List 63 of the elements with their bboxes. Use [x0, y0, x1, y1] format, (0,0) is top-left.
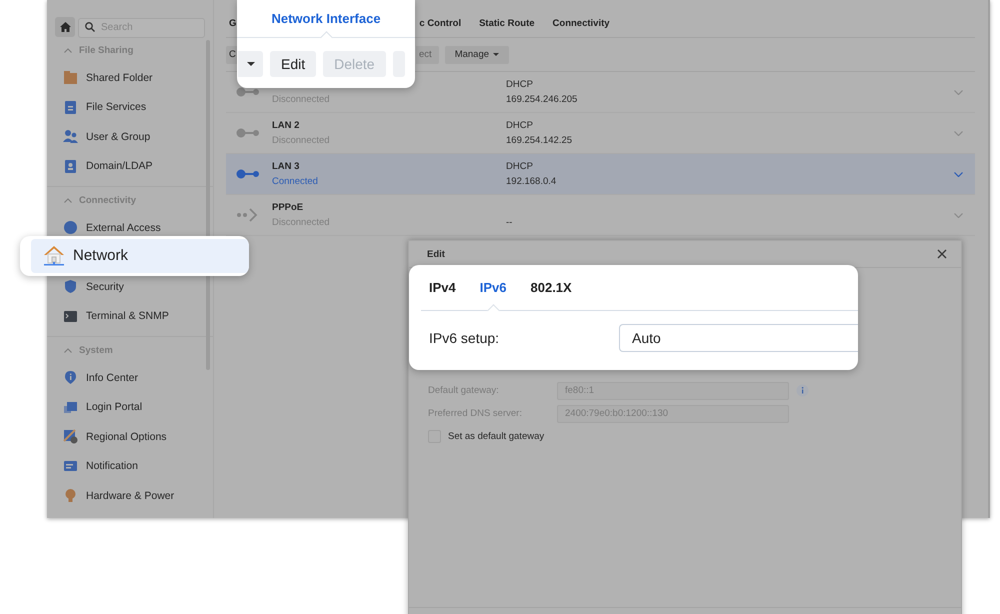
- sidebar-item[interactable]: Notification: [47, 457, 213, 476]
- id-card-icon: [63, 158, 78, 174]
- tab[interactable]: IPv4: [429, 265, 456, 310]
- sidebar-item[interactable]: Security: [47, 278, 213, 296]
- dialog-title: Edit: [427, 248, 445, 260]
- sidebar-item[interactable]: Domain/LDAP: [47, 157, 213, 176]
- chevron-down-icon: [954, 130, 963, 136]
- status-text: Connected: [272, 175, 319, 189]
- toolbar-button[interactable]: [238, 51, 263, 77]
- folder-icon: [63, 70, 78, 86]
- toolbar-button[interactable]: C: [226, 46, 237, 64]
- select-field[interactable]: Auto: [619, 324, 858, 352]
- message-icon: [63, 458, 78, 474]
- checkbox-label: Set as default gateway: [448, 431, 544, 442]
- sidebar-item[interactable]: External Access: [47, 218, 213, 237]
- sidebar-item[interactable]: Shared Folder: [47, 68, 213, 87]
- toolbar-button[interactable]: Manage: [444, 46, 510, 64]
- chevron-down-icon: [954, 212, 963, 218]
- address-text: 169.254.246.205: [506, 93, 578, 107]
- address-text: --: [506, 216, 514, 230]
- tab[interactable]: 802.1X: [530, 265, 572, 310]
- mode-text: DHCP: [506, 119, 534, 133]
- document-icon: [63, 100, 78, 115]
- users-icon: [63, 129, 78, 144]
- tab[interactable]: Static Route: [479, 18, 535, 29]
- mode-text: DHCP: [506, 160, 534, 174]
- home-icon: [60, 22, 70, 32]
- tab[interactable]: G: [229, 18, 236, 29]
- shield-icon: [63, 279, 78, 294]
- terminal-icon: [63, 308, 78, 324]
- address-text: 169.254.142.25: [506, 134, 574, 148]
- home-button[interactable]: [55, 17, 75, 37]
- sidebar-item[interactable]: Login Portal: [47, 398, 213, 416]
- search-icon: [85, 22, 95, 32]
- chevron-down-icon: [954, 90, 963, 94]
- close-icon[interactable]: [937, 249, 947, 259]
- field-label: Preferred DNS server:: [428, 408, 523, 419]
- sidebar-item[interactable]: Network: [31, 238, 249, 272]
- sidebar-item[interactable]: User & Group: [47, 128, 213, 146]
- sidebar-item[interactable]: Hardware & Power: [47, 486, 213, 505]
- tab[interactable]: Connectivity: [552, 18, 610, 29]
- mode-text: DHCP: [506, 78, 534, 92]
- chevron-down-icon: [954, 172, 963, 176]
- interface-name: LAN 2: [272, 119, 300, 133]
- sidebar-item[interactable]: Info Center: [47, 368, 213, 387]
- sidebar-item[interactable]: File Services: [47, 98, 213, 116]
- sidebar-item[interactable]: Regional Options: [47, 428, 213, 446]
- house-icon: [43, 244, 65, 266]
- sidebar-item[interactable]: Terminal & SNMP: [47, 307, 213, 326]
- caret-icon: [246, 62, 254, 66]
- tab[interactable]: IPv6: [480, 265, 506, 310]
- interface-name: PPPoE: [272, 201, 304, 215]
- lightbulb-icon: [63, 488, 78, 504]
- field-label: Default gateway:: [428, 385, 500, 396]
- interface-name: LAN 3: [272, 160, 300, 174]
- address-text: 192.168.0.4: [506, 175, 558, 189]
- tab[interactable]: c Control: [419, 18, 462, 29]
- callout-title: Network Interface: [271, 11, 381, 26]
- interface-row[interactable]: LAN 3 Connected DHCP 192.168.0.4: [226, 154, 975, 195]
- field-label: IPv6 setup:: [429, 330, 500, 346]
- info-pin-icon: [63, 370, 78, 386]
- window-icon: [63, 400, 78, 415]
- toolbar-button[interactable]: Edit: [270, 51, 316, 77]
